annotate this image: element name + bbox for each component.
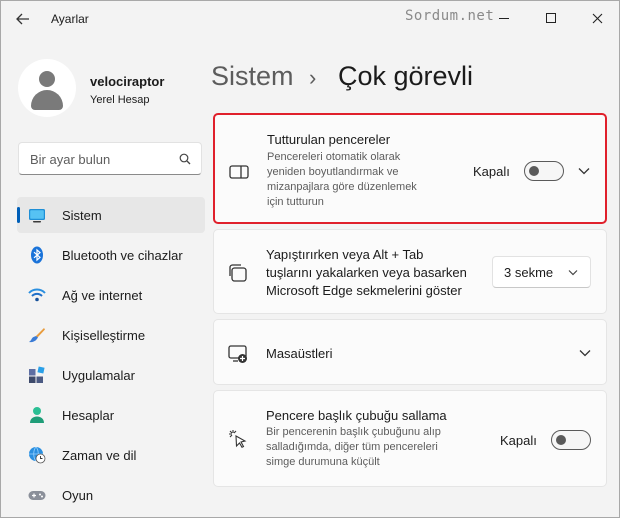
minimize-button[interactable] xyxy=(481,1,527,35)
chevron-down-icon xyxy=(568,270,578,276)
add-desktop-icon xyxy=(228,345,247,363)
sidebar-item-network[interactable]: Ağ ve internet xyxy=(17,277,205,313)
title-line: tuşlarını yakalarken veya basarken xyxy=(266,265,467,280)
settings-window: Ayarlar Sordum.net velociraptor Yerel He… xyxy=(0,0,620,518)
shake-toggle-label: Kapalı xyxy=(500,433,537,448)
chevron-down-icon[interactable] xyxy=(579,349,591,357)
snap-toggle-label: Kapalı xyxy=(473,164,510,179)
title-bar: Ayarlar Sordum.net xyxy=(1,1,619,37)
breadcrumb-parent[interactable]: Sistem xyxy=(211,61,294,92)
sidebar-item-label: Kişiselleştirme xyxy=(62,328,146,343)
sidebar-item-personalization[interactable]: Kişiselleştirme xyxy=(17,317,205,353)
snap-windows-toggle[interactable] xyxy=(524,161,564,181)
apps-icon xyxy=(29,366,45,383)
maximize-button[interactable] xyxy=(528,1,574,35)
sidebar-item-label: Bluetooth ve cihazlar xyxy=(62,248,183,263)
description-line: salladığımda, diğer tüm pencereleri xyxy=(266,441,438,453)
sidebar-item-time-language[interactable]: Zaman ve dil xyxy=(17,437,205,473)
sidebar-item-label: Hesaplar xyxy=(62,408,115,423)
desktops-title: Masaüstleri xyxy=(266,346,333,361)
chevron-down-icon[interactable] xyxy=(578,167,590,175)
shake-cursor-icon xyxy=(229,430,247,449)
alt-tab-title: Yapıştırırken veya Alt + Tab tuşlarını y… xyxy=(266,246,467,300)
tabs-stack-icon xyxy=(229,264,247,282)
back-button[interactable] xyxy=(11,9,35,29)
active-indicator xyxy=(17,207,20,223)
snap-windows-description: Pencereleri otomatik olarak yeniden boyu… xyxy=(267,150,417,210)
title-line: Microsoft Edge sekmelerini göster xyxy=(266,283,462,298)
gamepad-icon xyxy=(28,491,46,500)
search-icon xyxy=(179,153,191,165)
dropdown-value: 3 sekme xyxy=(504,265,554,280)
snap-layout-icon xyxy=(229,165,249,179)
sidebar-item-label: Zaman ve dil xyxy=(62,448,137,463)
brush-icon xyxy=(29,328,45,343)
wifi-icon xyxy=(28,288,46,302)
close-icon xyxy=(592,13,602,23)
sidebar-item-label: Oyun xyxy=(62,488,94,503)
title-line: Yapıştırırken veya Alt + Tab xyxy=(266,247,424,262)
avatar-body xyxy=(31,90,63,110)
sidebar-item-bluetooth[interactable]: Bluetooth ve cihazlar xyxy=(17,237,205,273)
toggle-knob xyxy=(556,435,566,445)
alt-tab-card: Yapıştırırken veya Alt + Tab tuşlarını y… xyxy=(213,229,607,314)
description-line: Bir pencerenin başlık çubuğunu alıp xyxy=(266,426,441,438)
maximize-icon xyxy=(546,13,556,23)
title-bar-shake-title: Pencere başlık çubuğu sallama xyxy=(266,408,447,423)
sidebar-item-apps[interactable]: Uygulamalar xyxy=(17,357,205,393)
sidebar-item-gaming[interactable]: Oyun xyxy=(17,477,205,513)
sidebar-item-sistem[interactable]: Sistem xyxy=(17,197,205,233)
system-icon xyxy=(29,209,45,223)
close-button[interactable] xyxy=(574,1,620,35)
sidebar-item-label: Uygulamalar xyxy=(62,368,135,383)
breadcrumb-separator: › xyxy=(309,65,317,90)
title-bar-shake-description: Bir pencerenin başlık çubuğunu alıp sall… xyxy=(266,425,441,470)
person-icon xyxy=(30,407,44,423)
desktops-card[interactable]: Masaüstleri xyxy=(213,319,607,385)
account-type: Yerel Hesap xyxy=(90,94,150,106)
description-line: için tutturun xyxy=(267,196,324,208)
search-placeholder: Bir ayar bulun xyxy=(30,152,111,167)
description-line: Pencereleri otomatik olarak xyxy=(267,151,401,163)
tabs-count-dropdown[interactable]: 3 sekme xyxy=(492,256,591,288)
sidebar-item-accounts[interactable]: Hesaplar xyxy=(17,397,205,433)
avatar-head xyxy=(39,71,55,87)
description-line: mizanpajlara göre düzenlemek xyxy=(267,181,417,193)
globe-clock-icon xyxy=(29,446,46,464)
search-input[interactable]: Bir ayar bulun xyxy=(18,142,202,175)
avatar[interactable] xyxy=(18,59,76,117)
title-bar-shake-card: Pencere başlık çubuğu sallama Bir pencer… xyxy=(213,390,607,487)
title-bar-shake-toggle[interactable] xyxy=(551,430,591,450)
user-name: velociraptor xyxy=(90,74,165,89)
minimize-icon xyxy=(499,17,509,19)
description-line: yeniden boyutlandırmak ve xyxy=(267,166,399,178)
sidebar-item-label: Ağ ve internet xyxy=(62,288,143,303)
back-arrow-icon xyxy=(16,13,29,25)
snap-windows-card[interactable]: Tutturulan pencereler Pencereleri otomat… xyxy=(213,113,607,224)
toggle-knob xyxy=(529,166,539,176)
sidebar-item-label: Sistem xyxy=(62,208,102,223)
bluetooth-icon xyxy=(31,246,43,264)
snap-windows-title: Tutturulan pencereler xyxy=(267,132,391,147)
description-line: simge durumuna küçült xyxy=(266,456,380,468)
sidebar-nav: Sistem Bluetooth ve cihazlar Ağ ve inter… xyxy=(17,197,205,517)
window-title: Ayarlar xyxy=(51,12,89,26)
page-title: Çok görevli xyxy=(338,61,474,91)
